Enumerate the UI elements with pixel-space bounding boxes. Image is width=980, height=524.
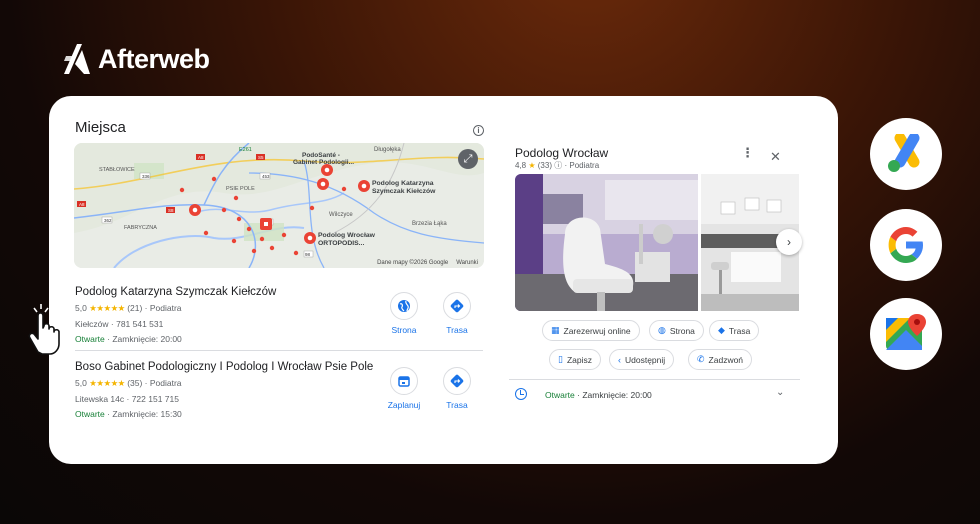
- globe-icon: ◍: [658, 325, 666, 335]
- open-status: Otwarte: [545, 390, 575, 400]
- review-count: (35): [127, 378, 143, 388]
- info-icon[interactable]: i: [473, 125, 484, 136]
- book-online-button[interactable]: ▦ Zarezerwuj online: [542, 320, 640, 341]
- google-maps-icon: [870, 298, 942, 370]
- next-photo-button[interactable]: ›: [776, 229, 802, 255]
- info-icon[interactable]: ⓘ: [554, 161, 562, 170]
- save-label: Zapisz: [566, 354, 592, 365]
- search-results-card: Miejsca i E261 STABŁOWICE PSIE POLE FABR…: [49, 96, 838, 464]
- directions-label: Trasa: [446, 325, 468, 335]
- schedule-label: Zaplanuj: [387, 400, 421, 410]
- listing-hours: Otwarte · Zamknięcie: 20:00: [75, 334, 485, 344]
- closing-time: · Zamknięcie: 20:00: [577, 390, 652, 400]
- star-rating-icon: ★★★★★: [89, 303, 125, 313]
- category: Podiatra: [149, 378, 182, 388]
- closing-time: · Zamknięcie: 15:30: [107, 409, 182, 419]
- review-count: (33): [537, 161, 552, 170]
- directions-button[interactable]: ◆ Trasa: [709, 320, 760, 341]
- svg-text:STABŁOWICE: STABŁOWICE: [99, 167, 135, 173]
- phone-icon: ✆: [697, 354, 705, 364]
- share-icon: ‹: [618, 354, 621, 365]
- directions-label: Trasa: [446, 400, 468, 410]
- divider: [509, 379, 800, 380]
- review-count: (21): [127, 303, 143, 313]
- svg-text:Gabinet Podologii...: Gabinet Podologii...: [293, 159, 354, 166]
- svg-text:Długołęka: Długołęka: [374, 147, 401, 153]
- divider: [75, 350, 483, 351]
- share-label: Udostępnij: [625, 354, 666, 365]
- hand-pointer-icon: [28, 304, 60, 355]
- globe-icon: [390, 292, 418, 320]
- brand-name: Afterweb: [98, 43, 210, 74]
- more-options-icon[interactable]: ⋮: [741, 146, 754, 159]
- place-photo[interactable]: [515, 174, 698, 311]
- listing-hours: Otwarte · Zamknięcie: 15:30: [75, 409, 485, 419]
- detail-title: Podolog Wrocław: [515, 146, 609, 160]
- svg-text:Wilczyce: Wilczyce: [329, 212, 353, 218]
- calendar-icon: [390, 367, 418, 395]
- svg-text:FABRYCZNA: FABRYCZNA: [124, 225, 157, 231]
- star-icon: ★: [528, 161, 536, 170]
- bookmark-icon: ▯: [558, 354, 563, 364]
- directions-button[interactable]: Trasa: [432, 292, 482, 335]
- places-title: Miejsca: [75, 119, 126, 136]
- svg-text:ORTOPODIS...: ORTOPODIS...: [318, 240, 364, 247]
- svg-text:PSIE POLE: PSIE POLE: [226, 186, 255, 192]
- svg-text:PodoSanté -: PodoSanté -: [302, 152, 340, 159]
- close-icon[interactable]: ✕: [770, 149, 781, 165]
- places-map[interactable]: E261 STABŁOWICE PSIE POLE FABRYCZNA Dług…: [74, 143, 484, 268]
- category: Podiatra: [149, 303, 182, 313]
- rating-value: 5,0: [75, 378, 87, 388]
- afterweb-logo-icon: [64, 44, 90, 74]
- svg-text:Podolog Katarzyna: Podolog Katarzyna: [372, 180, 434, 187]
- website-button[interactable]: Strona: [379, 292, 429, 335]
- svg-text:Szymczak Kiełczów: Szymczak Kiełczów: [372, 188, 436, 195]
- open-status: Otwarte: [75, 334, 105, 344]
- calendar-icon: ▦: [551, 325, 560, 335]
- clock-icon: [515, 388, 527, 400]
- website-label: Strona: [669, 325, 695, 336]
- schedule-button[interactable]: Zaplanuj: [379, 367, 429, 410]
- open-status: Otwarte: [75, 409, 105, 419]
- save-button[interactable]: ▯ Zapisz: [549, 349, 601, 370]
- svg-text:98: 98: [305, 252, 311, 257]
- svg-text:A8: A8: [198, 155, 204, 160]
- svg-text:Brzezia Łąka: Brzezia Łąka: [412, 221, 447, 227]
- brand: Afterweb: [62, 42, 210, 76]
- map-terms-link[interactable]: Warunki: [456, 260, 478, 266]
- book-online-label: Zarezerwuj online: [563, 325, 631, 336]
- svg-text:362: 362: [104, 218, 112, 223]
- svg-text:336: 336: [142, 174, 150, 179]
- directions-icon: ◆: [718, 325, 725, 335]
- share-button[interactable]: ‹ Udostępnij: [609, 349, 675, 370]
- svg-text:E261: E261: [239, 147, 252, 153]
- star-rating-icon: ★★★★★: [89, 378, 125, 388]
- map-expand-button[interactable]: ⤢: [458, 149, 478, 169]
- website-button[interactable]: ◍ Strona: [649, 320, 704, 341]
- closing-time: · Zamknięcie: 20:00: [107, 334, 182, 344]
- directions-icon: [443, 367, 471, 395]
- website-label: Strona: [391, 325, 417, 335]
- svg-text:Podolog Wrocław: Podolog Wrocław: [318, 232, 376, 239]
- rating-value: 5,0: [75, 303, 87, 313]
- map-footer: Dane mapy ©2026 Google Warunki: [377, 260, 478, 266]
- google-ads-icon: [870, 118, 942, 190]
- chevron-down-icon[interactable]: ⌄: [776, 387, 784, 398]
- detail-rating: 4,8 ★ (33) ⓘ · Podiatra: [515, 160, 599, 171]
- svg-text:A8: A8: [79, 202, 85, 207]
- svg-text:453: 453: [262, 174, 270, 179]
- directions-button[interactable]: Trasa: [432, 367, 482, 410]
- svg-text:S8: S8: [168, 208, 174, 213]
- call-label: Zadzwoń: [708, 354, 744, 365]
- rating-value: 4,8: [515, 161, 527, 170]
- google-icon: [870, 209, 942, 281]
- svg-text:S5: S5: [258, 155, 264, 160]
- detail-hours[interactable]: Otwarte · Zamknięcie: 20:00: [545, 390, 652, 400]
- category: · Podiatra: [564, 161, 600, 170]
- map-data-attribution: Dane mapy ©2026 Google: [377, 260, 449, 266]
- directions-label: Trasa: [728, 325, 751, 336]
- directions-icon: [443, 292, 471, 320]
- call-button[interactable]: ✆ Zadzwoń: [688, 349, 753, 370]
